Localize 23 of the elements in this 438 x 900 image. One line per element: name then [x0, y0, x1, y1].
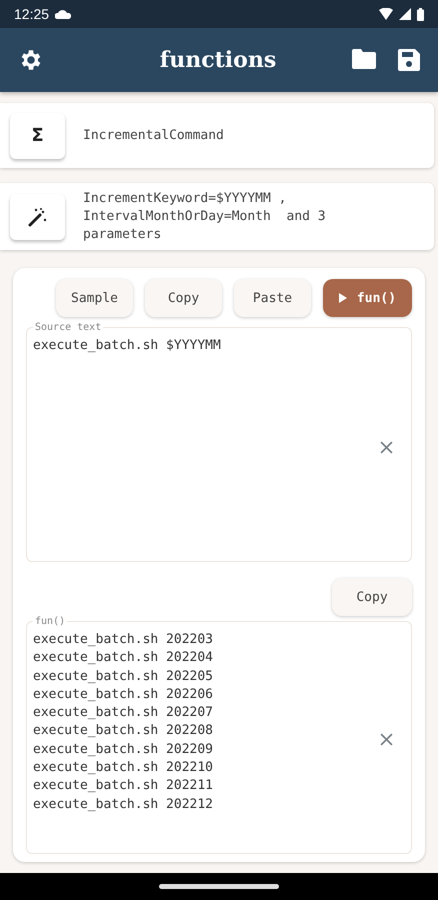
copy-button[interactable]: Copy	[332, 578, 412, 616]
output-field[interactable]: fun() execute_batch.sh 202203 execute_batch.sh 202204 execute_batch.sh 202205 execute_batch.sh 202206 execute_batch.sh 202207 execute_batch.sh 202208 execute_batch.sh 202209 execute_batch.sh 202210 execute_batch.sh 202211 execute_batch.sh 202212	[26, 616, 412, 854]
wand-icon	[28, 206, 48, 226]
play-icon	[338, 293, 347, 303]
run-button[interactable]: fun()	[323, 279, 412, 317]
cloud-icon	[55, 10, 72, 18]
battery-icon	[417, 8, 424, 20]
wifi-icon	[379, 8, 393, 20]
parameters-summary: IncrementKeyword=$YYYYMM , IntervalMonthOrDay=Month and 3 parameters	[83, 190, 326, 244]
save-icon[interactable]	[398, 49, 420, 71]
status-time: 12:25	[14, 6, 50, 22]
signal-icon	[399, 8, 411, 20]
function-name: IncrementalCommand	[83, 126, 224, 144]
clear-icon[interactable]	[380, 733, 393, 746]
source-text-field[interactable]: Source text execute_batch.sh $YYYYMM	[26, 322, 412, 562]
paste-button[interactable]: Paste	[234, 279, 311, 317]
folder-icon[interactable]	[352, 49, 376, 69]
wand-button[interactable]	[10, 194, 65, 240]
copy-button[interactable]: Copy	[145, 279, 222, 317]
clear-icon[interactable]	[380, 441, 393, 454]
sample-button[interactable]: Sample	[56, 279, 133, 317]
function-button[interactable]: Σ	[10, 112, 65, 158]
app-title: functions	[158, 47, 278, 73]
